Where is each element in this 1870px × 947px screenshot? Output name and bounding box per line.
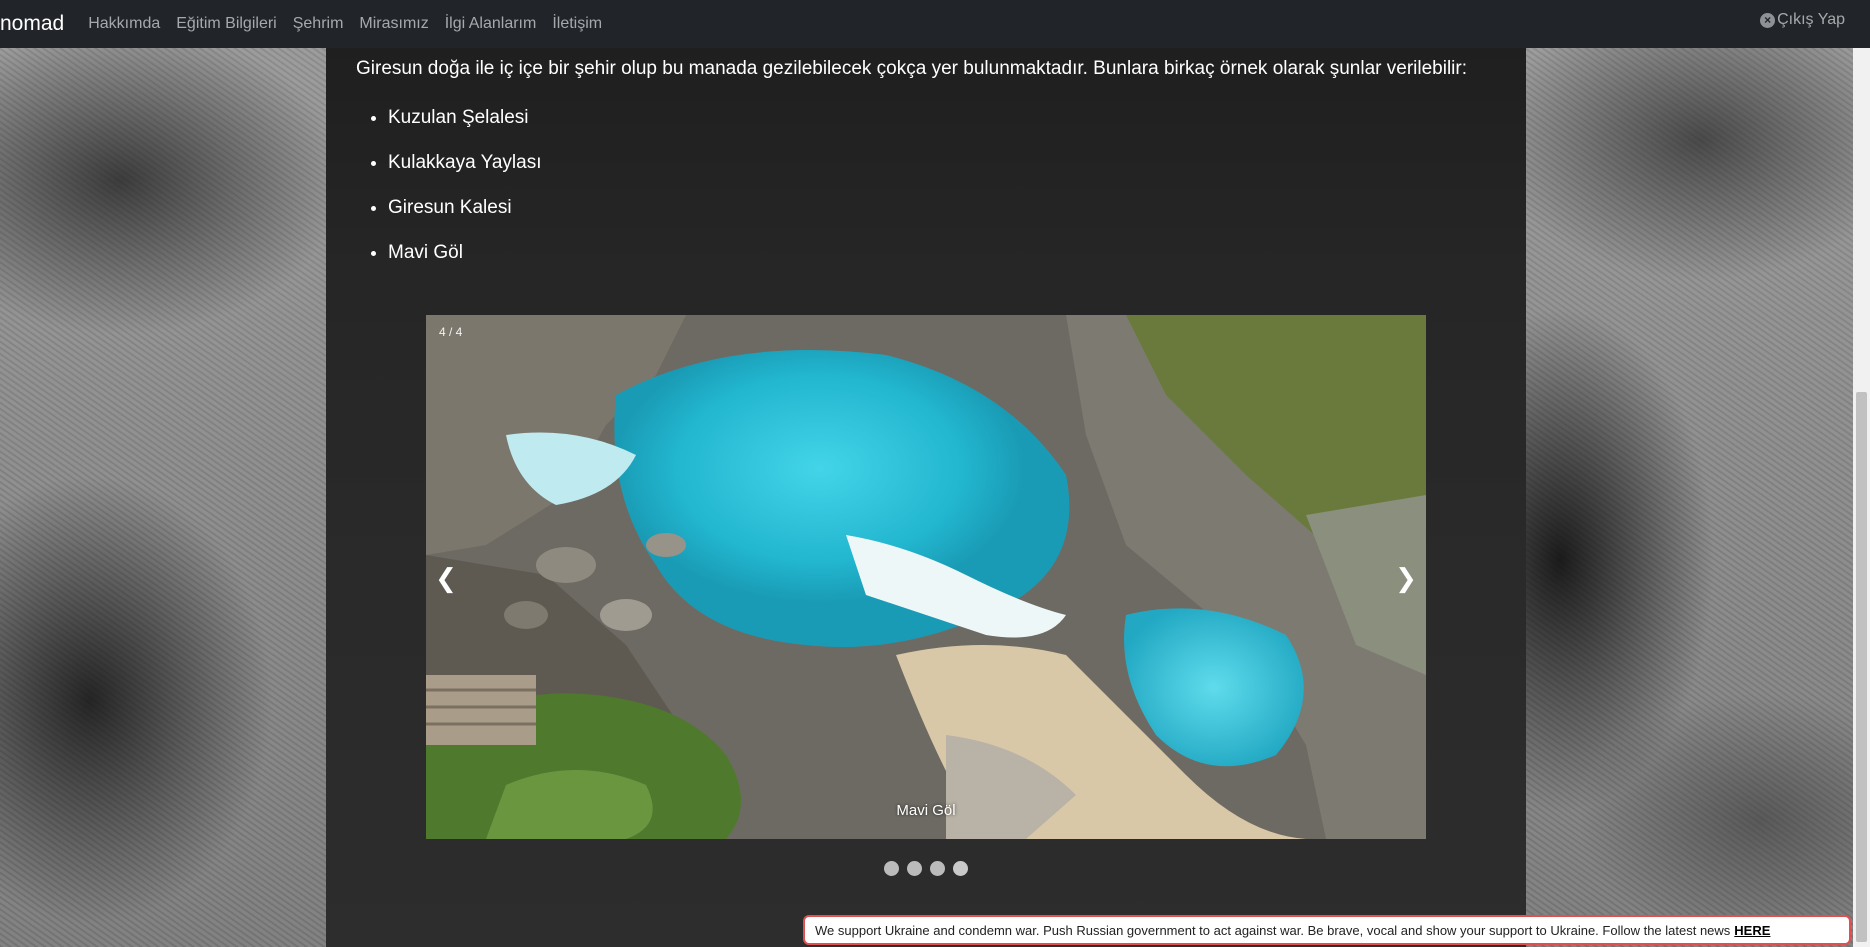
- logout-button[interactable]: × Çıkış Yap: [1760, 11, 1845, 29]
- content-panel: Giresun doğa ile iç içe bir şehir olup b…: [326, 48, 1526, 947]
- list-item: Mavi Göl: [388, 241, 542, 286]
- logout-label: Çıkış Yap: [1777, 11, 1845, 28]
- navbar: nomad Hakkımda Eğitim Bilgileri Şehrim M…: [0, 0, 1870, 48]
- banner-here-link[interactable]: HERE: [1734, 923, 1770, 938]
- image-carousel: 4 / 4 ❮ ❯ Mavi Göl: [426, 315, 1426, 839]
- intro-paragraph: Giresun doğa ile iç içe bir şehir olup b…: [356, 58, 1468, 79]
- nav-link-iletisim[interactable]: İletişim: [552, 15, 602, 33]
- brand-logo[interactable]: nomad: [0, 12, 64, 36]
- nav-link-ilgi-alanlarim[interactable]: İlgi Alanlarım: [445, 15, 537, 33]
- carousel-next-button[interactable]: ❯: [1394, 563, 1418, 594]
- list-item: Giresun Kalesi: [388, 196, 542, 241]
- nav-link-sehrim[interactable]: Şehrim: [293, 15, 344, 33]
- carousel-prev-button[interactable]: ❮: [434, 563, 458, 594]
- nav-link-mirasimiz[interactable]: Mirasımız: [359, 15, 428, 33]
- page-scrollbar[interactable]: [1853, 48, 1870, 947]
- banner-text: We support Ukraine and condemn war. Push…: [815, 922, 1731, 938]
- slide-counter: 4 / 4: [439, 325, 463, 339]
- list-item: Kulakkaya Yaylası: [388, 151, 542, 196]
- places-list: Kuzulan Şelalesi Kulakkaya Yaylası Gires…: [356, 106, 542, 286]
- slide-image-mavi-gol: [426, 315, 1426, 839]
- nav-link-egitim-bilgileri[interactable]: Eğitim Bilgileri: [176, 15, 276, 33]
- nav-link-hakkimda[interactable]: Hakkımda: [88, 15, 160, 33]
- slide-caption: Mavi Göl: [896, 802, 956, 819]
- carousel-dot-3[interactable]: [930, 861, 945, 876]
- ukraine-support-banner: We support Ukraine and condemn war. Push…: [803, 915, 1851, 945]
- list-item: Kuzulan Şelalesi: [388, 106, 542, 151]
- carousel-dot-1[interactable]: [884, 861, 899, 876]
- close-circle-icon: ×: [1760, 12, 1776, 28]
- nav-links: Hakkımda Eğitim Bilgileri Şehrim Mirasım…: [88, 15, 618, 33]
- scrollbar-thumb[interactable]: [1856, 392, 1867, 942]
- carousel-indicators: [326, 861, 1526, 876]
- carousel-dot-2[interactable]: [907, 861, 922, 876]
- carousel-dot-4[interactable]: [953, 861, 968, 876]
